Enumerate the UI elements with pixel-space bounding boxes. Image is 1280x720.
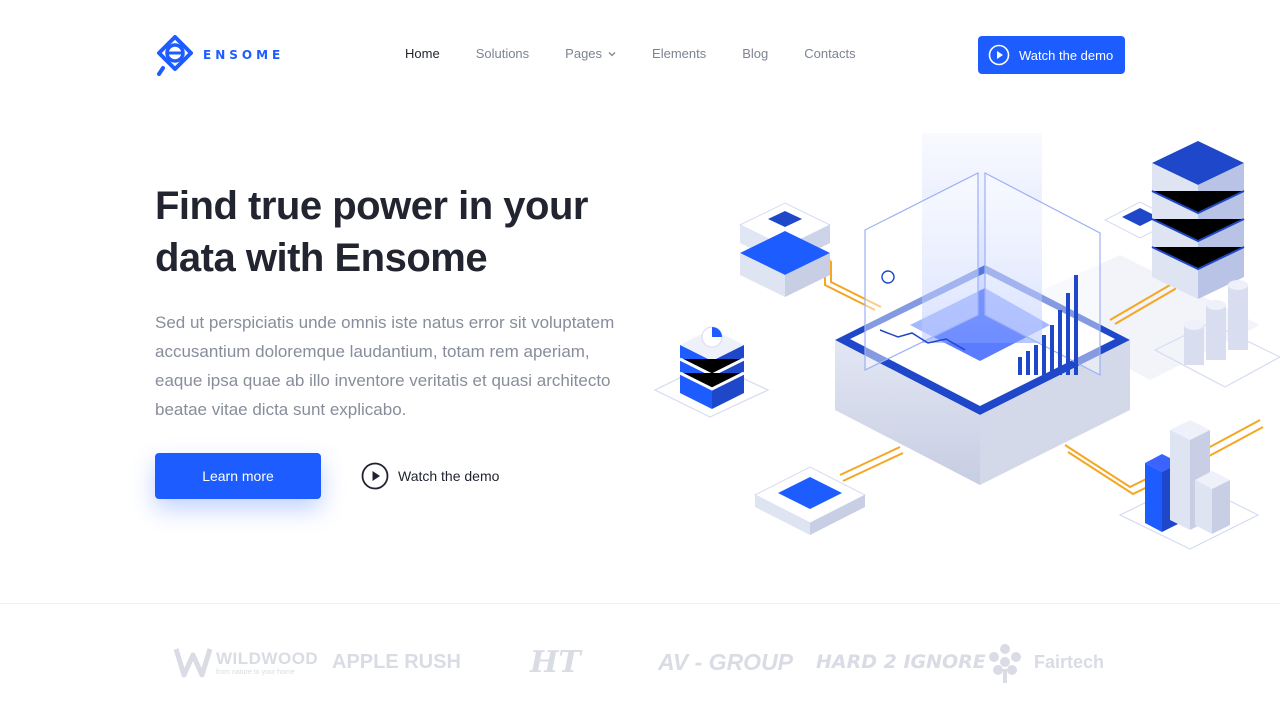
learn-more-button[interactable]: Learn more: [155, 453, 321, 499]
brand-wildwood-name: WILDWOOD: [216, 648, 319, 668]
nav-pages-label: Pages: [565, 46, 603, 61]
play-circle-icon: [361, 462, 389, 490]
fairtech-logo-icon: [989, 644, 1021, 683]
site-header: ENSOME Home Solutions Pages Elements Blo…: [0, 0, 1280, 110]
nav-elements[interactable]: Elements: [652, 46, 706, 61]
hero-description: Sed ut perspiciatis unde omnis iste natu…: [155, 313, 615, 419]
hero-title: Find true power in your data with Ensome: [155, 180, 625, 284]
brand-apple-rush: APPLE RUSH: [332, 650, 461, 673]
brand-av-group: AV - GROUP: [658, 648, 794, 675]
nav-home[interactable]: Home: [405, 46, 440, 61]
chevron-down-icon: [608, 51, 616, 56]
brand-fairtech: Fairtech: [982, 632, 1104, 692]
brand-logos: WILDWOOD from nature to your home APPLE …: [170, 632, 1120, 692]
brand-wildwood-tagline: from nature to your home: [216, 668, 295, 676]
watch-demo-header-label: Watch the demo: [1019, 47, 1114, 63]
brand-fairtech-name: Fairtech: [1034, 651, 1105, 672]
nav-blog[interactable]: Blog: [742, 46, 768, 61]
brand-hard2ignore: HARD 2 IGNORE: [816, 651, 986, 673]
watch-demo-link[interactable]: Watch the demo: [361, 462, 499, 490]
brand-wildwood: WILDWOOD from nature to your home: [174, 632, 318, 692]
hero-title-line1: Find true power in your: [155, 184, 588, 228]
play-circle-icon: [988, 44, 1010, 66]
wildwood-logo-icon: [174, 648, 212, 678]
main-nav: Home Solutions Pages Elements Blog Conta…: [405, 46, 892, 61]
brands-divider: [0, 603, 1280, 604]
nav-pages[interactable]: Pages: [565, 46, 616, 61]
hero-illustration: [653, 133, 1280, 550]
nav-contacts[interactable]: Contacts: [804, 46, 855, 61]
logo-text: ENSOME: [203, 48, 285, 62]
logo[interactable]: ENSOME: [155, 34, 284, 76]
ensome-logo-icon: [157, 35, 193, 76]
brand-ht: HT: [530, 644, 581, 680]
nav-solutions[interactable]: Solutions: [476, 46, 529, 61]
watch-demo-link-label: Watch the demo: [398, 468, 500, 484]
watch-demo-header-button[interactable]: Watch the demo: [978, 36, 1125, 74]
hero-title-line2: data with Ensome: [155, 236, 488, 280]
